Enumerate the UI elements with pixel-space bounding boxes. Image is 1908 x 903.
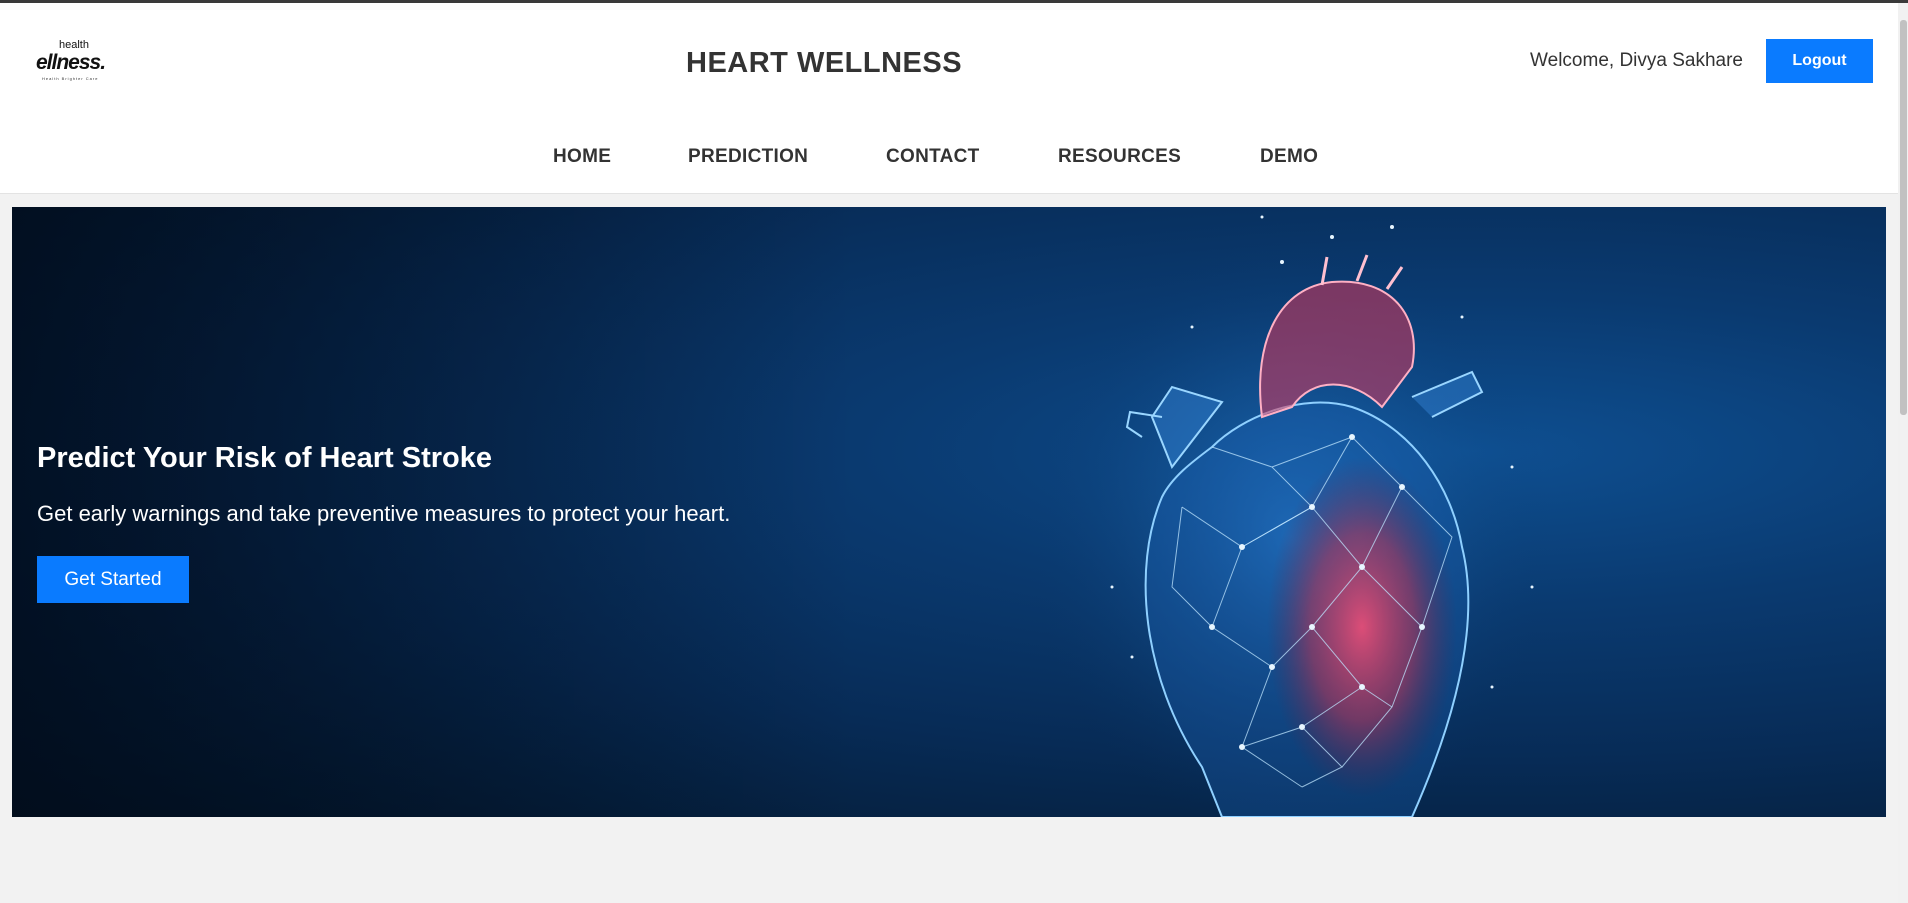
- site-header: health ellness. Health Brighter Care HEA…: [0, 3, 1898, 194]
- logout-button[interactable]: Logout: [1766, 39, 1873, 83]
- nav-item-demo[interactable]: DEMO: [1260, 146, 1318, 168]
- logo[interactable]: health ellness. Health Brighter Care: [36, 39, 116, 83]
- nav-item-home[interactable]: HOME: [553, 146, 611, 168]
- logo-tagline: Health Brighter Care: [42, 76, 99, 81]
- get-started-button[interactable]: Get Started: [37, 556, 189, 603]
- hero-subtitle: Get early warnings and take preventive m…: [37, 501, 731, 526]
- hero-title: Predict Your Risk of Heart Stroke: [37, 442, 493, 474]
- nav-item-contact[interactable]: CONTACT: [886, 146, 980, 168]
- nav-item-resources[interactable]: RESOURCES: [1058, 146, 1181, 168]
- nav-item-prediction[interactable]: PREDICTION: [688, 146, 808, 168]
- logo-small-text: health: [59, 39, 89, 51]
- welcome-text: Welcome, Divya Sakhare: [1530, 50, 1743, 71]
- scrollbar-thumb[interactable]: [1900, 20, 1907, 415]
- logo-main-text: ellness.: [36, 51, 106, 74]
- hero-banner: Predict Your Risk of Heart Stroke Get ea…: [12, 207, 1886, 817]
- main-nav: HOME PREDICTION CONTACT RESOURCES DEMO: [0, 146, 1898, 174]
- page-title: HEART WELLNESS: [686, 47, 963, 79]
